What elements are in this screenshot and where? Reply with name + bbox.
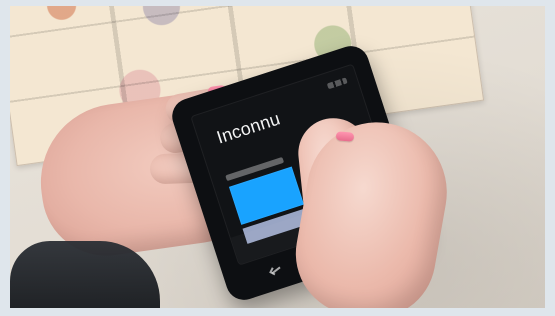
photo: Inconnu — [10, 6, 545, 308]
screen-title: Inconnu — [214, 108, 283, 148]
back-icon[interactable] — [265, 260, 288, 283]
fingernail — [335, 131, 355, 142]
image-frame: Inconnu — [0, 0, 555, 316]
status-indicator — [326, 77, 348, 90]
